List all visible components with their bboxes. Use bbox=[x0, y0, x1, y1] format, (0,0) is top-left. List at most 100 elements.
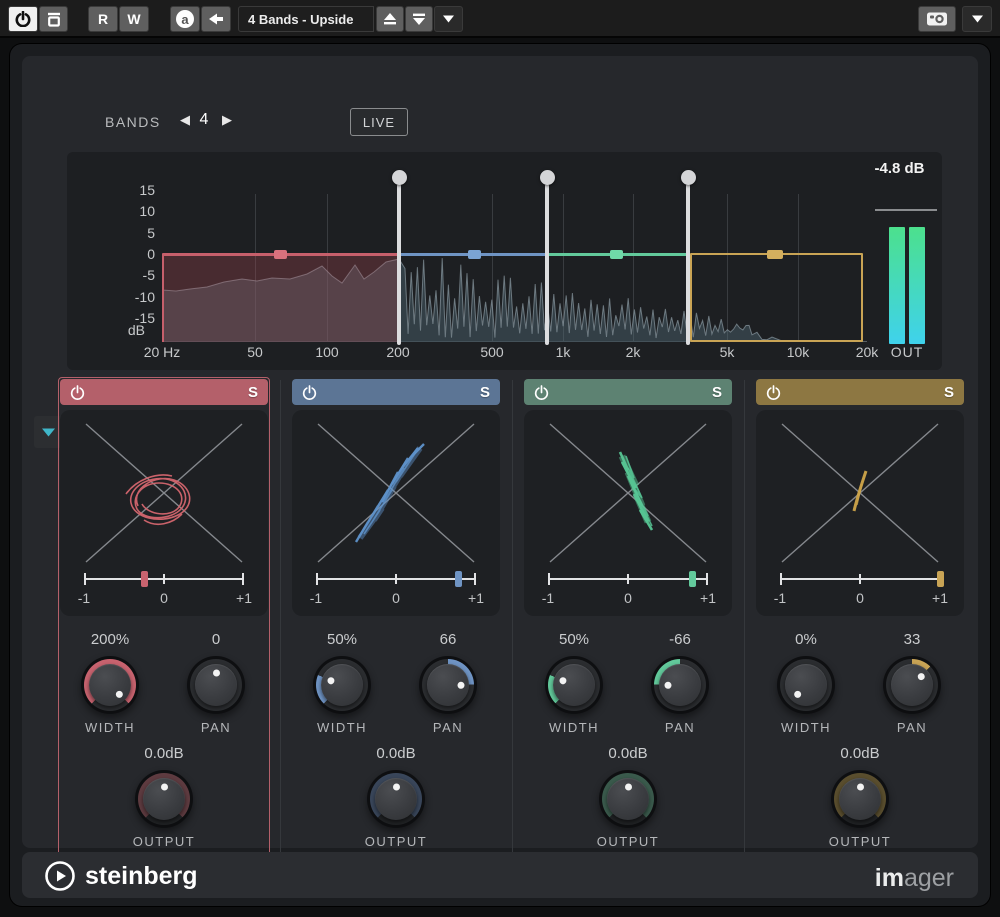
solo-button[interactable]: S bbox=[480, 384, 490, 401]
pan-label: PAN bbox=[630, 720, 730, 735]
pan-position-marker[interactable] bbox=[937, 571, 944, 587]
width-value: 50% bbox=[524, 631, 624, 648]
back-arrow-button[interactable] bbox=[201, 6, 231, 32]
width-label: WIDTH bbox=[756, 720, 856, 735]
arrow-left-icon bbox=[208, 12, 224, 26]
pan-position-marker[interactable] bbox=[689, 571, 696, 587]
band-2-header[interactable]: S bbox=[292, 379, 500, 405]
freq-tick: 2k bbox=[603, 344, 663, 360]
bypass-button[interactable] bbox=[39, 6, 68, 32]
toolbar-menu-button[interactable] bbox=[962, 6, 992, 32]
ruler-tick bbox=[84, 573, 86, 585]
pan-knob[interactable] bbox=[187, 656, 245, 714]
read-automation-button[interactable]: R bbox=[88, 6, 118, 32]
pan-ruler[interactable] bbox=[84, 578, 244, 580]
output-knob[interactable] bbox=[367, 770, 425, 828]
auto-button[interactable]: a bbox=[170, 6, 200, 32]
output-value: 0.0dB bbox=[346, 745, 446, 762]
pan-knob[interactable] bbox=[651, 656, 709, 714]
solo-button[interactable]: S bbox=[712, 384, 722, 401]
host-toolbar: R W a 4 Bands - Upside bbox=[0, 0, 1000, 38]
pan-ruler[interactable] bbox=[780, 578, 940, 580]
width-knob[interactable] bbox=[777, 656, 835, 714]
next-preset-button[interactable] bbox=[405, 6, 433, 32]
preset-name-field[interactable]: 4 Bands - Upside bbox=[238, 6, 374, 32]
pan-value: 66 bbox=[398, 631, 498, 648]
ruler-label-left: -1 bbox=[532, 590, 564, 606]
ruler-tick bbox=[163, 574, 165, 584]
prev-preset-icon bbox=[383, 13, 397, 25]
output-value: 0.0dB bbox=[810, 745, 910, 762]
band-4-zone[interactable] bbox=[690, 253, 863, 342]
power-icon[interactable] bbox=[766, 385, 781, 400]
crossover-3-handle[interactable] bbox=[681, 170, 696, 185]
power-icon[interactable] bbox=[302, 385, 317, 400]
next-preset-icon bbox=[412, 13, 426, 25]
read-label: R bbox=[98, 11, 108, 27]
output-knob[interactable] bbox=[831, 770, 889, 828]
spectrum-plot[interactable] bbox=[162, 190, 867, 342]
crossover-1-handle[interactable] bbox=[392, 170, 407, 185]
prev-preset-button[interactable] bbox=[376, 6, 404, 32]
write-automation-button[interactable]: W bbox=[119, 6, 149, 32]
freq-tick: 500 bbox=[462, 344, 522, 360]
pan-position-marker[interactable] bbox=[141, 571, 148, 587]
db-tick: 15 bbox=[115, 182, 155, 198]
preset-dropdown-button[interactable] bbox=[434, 6, 463, 32]
pan-ruler[interactable] bbox=[548, 578, 708, 580]
pan-knob[interactable] bbox=[883, 656, 941, 714]
width-label: WIDTH bbox=[292, 720, 392, 735]
collapse-bands-button[interactable] bbox=[34, 416, 62, 448]
band-1-zone bbox=[162, 254, 399, 342]
output-knob[interactable] bbox=[135, 770, 193, 828]
ruler-label-center: 0 bbox=[148, 590, 180, 606]
power-icon[interactable] bbox=[70, 385, 85, 400]
crossover-3-line[interactable] bbox=[686, 184, 690, 345]
bands-count-value: 4 bbox=[192, 111, 216, 129]
band-3-gain-handle[interactable] bbox=[610, 250, 623, 259]
power-icon[interactable] bbox=[534, 385, 549, 400]
width-value: 200% bbox=[60, 631, 160, 648]
peak-hold-line bbox=[875, 209, 937, 211]
band-3-header[interactable]: S bbox=[524, 379, 732, 405]
plugin-footer: steinberg imager bbox=[22, 852, 978, 898]
band-3-vectorscope: -1 0 +1 bbox=[524, 410, 732, 616]
pan-knob[interactable] bbox=[419, 656, 477, 714]
snapshot-button[interactable] bbox=[918, 6, 956, 32]
db-tick: -10 bbox=[115, 289, 155, 305]
db-tick: -5 bbox=[115, 267, 155, 283]
freq-tick: 10k bbox=[768, 344, 828, 360]
ruler-label-right: +1 bbox=[924, 590, 956, 606]
bands-increment-button[interactable]: ▶ bbox=[222, 112, 232, 128]
bands-decrement-button[interactable]: ◀ bbox=[180, 112, 190, 128]
spectrum-display: 15 10 5 0 -5 -10 -15 dB bbox=[67, 152, 942, 370]
crossover-2-handle[interactable] bbox=[540, 170, 555, 185]
band-1-header[interactable]: S bbox=[60, 379, 268, 405]
ruler-tick bbox=[780, 573, 782, 585]
ruler-tick bbox=[706, 573, 708, 585]
band-divider bbox=[280, 380, 281, 854]
pan-position-marker[interactable] bbox=[455, 571, 462, 587]
pan-ruler[interactable] bbox=[316, 578, 476, 580]
solo-button[interactable]: S bbox=[248, 384, 258, 401]
output-knob[interactable] bbox=[599, 770, 657, 828]
crossover-2-line[interactable] bbox=[545, 184, 549, 345]
solo-button[interactable]: S bbox=[944, 384, 954, 401]
output-label: OUTPUT bbox=[810, 834, 910, 849]
width-knob[interactable] bbox=[313, 656, 371, 714]
live-button[interactable]: LIVE bbox=[350, 108, 408, 136]
plugin-power-button[interactable] bbox=[8, 6, 38, 32]
output-meter-left bbox=[889, 227, 905, 344]
band-1-gain-handle[interactable] bbox=[274, 250, 287, 259]
output-value: 0.0dB bbox=[114, 745, 214, 762]
band-4-header[interactable]: S bbox=[756, 379, 964, 405]
width-label: WIDTH bbox=[524, 720, 624, 735]
out-label: OUT bbox=[879, 344, 935, 360]
band-2-gain-handle[interactable] bbox=[468, 250, 481, 259]
freq-tick: 200 bbox=[368, 344, 428, 360]
band-4-gain-handle[interactable] bbox=[767, 250, 783, 259]
width-knob[interactable] bbox=[545, 656, 603, 714]
vectorscope-graph bbox=[756, 410, 964, 570]
width-knob[interactable] bbox=[81, 656, 139, 714]
crossover-1-line[interactable] bbox=[397, 184, 401, 345]
